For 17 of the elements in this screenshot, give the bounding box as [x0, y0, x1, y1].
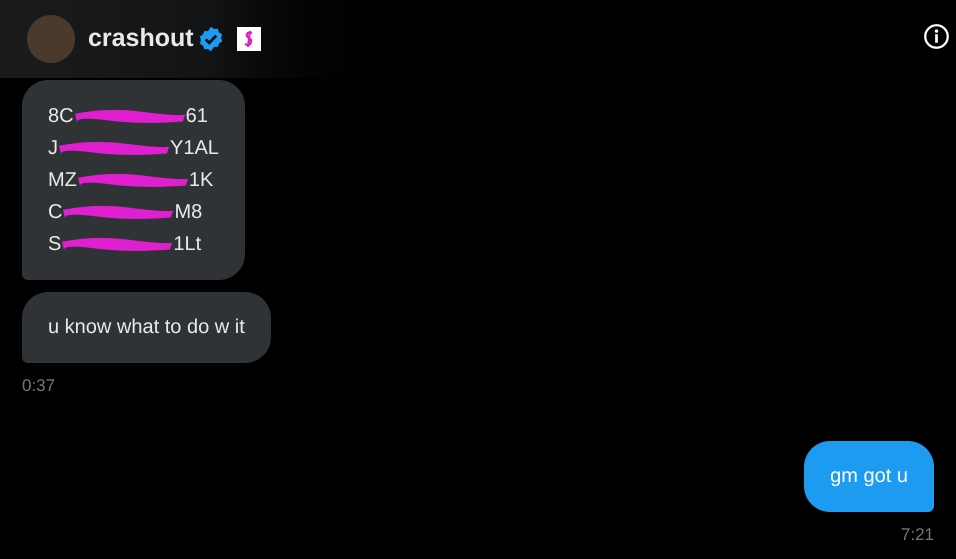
code-fragment: 1Lt: [173, 232, 202, 257]
code-fragment: 61: [186, 104, 208, 129]
code-fragment: 8C: [48, 104, 74, 129]
timestamp: 7:21: [900, 524, 934, 546]
code-fragment: J: [48, 136, 58, 161]
code-fragment: M8: [174, 200, 202, 225]
code-fragment: MZ: [48, 168, 77, 193]
code-fragment: S: [48, 232, 62, 257]
code-fragment: Y1AL: [170, 136, 219, 161]
timestamp: 0:37: [22, 375, 56, 397]
code-fragment: 1K: [188, 168, 214, 193]
message-bubble: gm got u: [804, 440, 934, 512]
sticker-icon: [236, 27, 261, 51]
code-fragment: C: [48, 200, 62, 225]
user-name[interactable]: crashout: [88, 20, 194, 58]
message-bubble: u know what to do w it: [22, 292, 271, 363]
info-icon[interactable]: [923, 23, 950, 50]
